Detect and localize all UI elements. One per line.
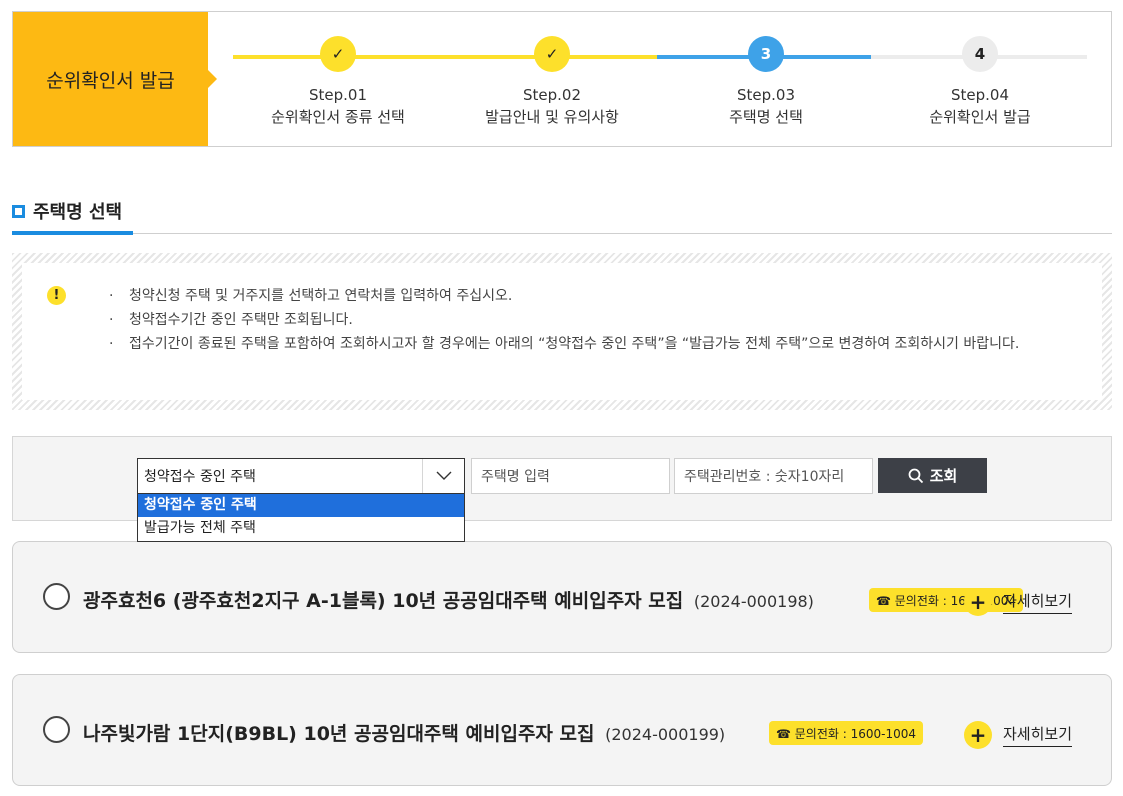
- housing-code: (2024-000198): [693, 592, 814, 611]
- step-line: [557, 55, 657, 59]
- step-3-marker: 3: [748, 36, 784, 72]
- notice-item: 청약접수기간 중인 주택만 조회됩니다.: [109, 308, 1069, 332]
- plus-icon[interactable]: +: [964, 721, 992, 749]
- housing-radio[interactable]: [43, 716, 70, 743]
- step-1-text: Step.01 순위확인서 종류 선택: [238, 84, 438, 128]
- step-1-label: 순위확인서 종류 선택: [271, 108, 405, 126]
- section-title-text: 주택명 선택: [33, 202, 123, 223]
- section-divider-accent: [12, 231, 133, 235]
- notice-list: 청약신청 주택 및 거주지를 선택하고 연락처를 입력하여 주십시오. 청약접수…: [109, 284, 1069, 356]
- step-1-check-icon: ✓: [320, 36, 356, 72]
- filter-dropdown-list: 청약접수 중인 주택 발급가능 전체 주택: [137, 493, 465, 542]
- housing-name: 나주빛가람 1단지(B9BL) 10년 공공임대주택 예비입주자 모집: [83, 723, 595, 745]
- dropdown-option-all[interactable]: 발급가능 전체 주택: [138, 517, 464, 540]
- step-indicator: 순위확인서 발급 ✓ ✓ 3 4 Step.01 순위확인서 종류 선택 Ste…: [12, 11, 1112, 147]
- housing-title: 나주빛가람 1단지(B9BL) 10년 공공임대주택 예비입주자 모집 (202…: [83, 719, 725, 746]
- notice-box: ! 청약신청 주택 및 거주지를 선택하고 연락처를 입력하여 주십시오. 청약…: [12, 253, 1112, 410]
- dropdown-option-active[interactable]: 청약접수 중인 주택: [138, 494, 464, 517]
- step-1-number: Step.01: [308, 86, 367, 104]
- step-4-text: Step.04 순위확인서 발급: [880, 84, 1080, 128]
- step-3-label: 주택명 선택: [729, 108, 803, 126]
- phone-badge: ☎ 문의전화 : 1600-1004: [869, 588, 1024, 612]
- section-divider: [12, 233, 1112, 234]
- step-4-marker: 4: [962, 36, 998, 72]
- section-title: 주택명 선택: [12, 198, 122, 224]
- phone-badge: ☎ 문의전화 : 1600-1004: [769, 721, 924, 745]
- housing-name: 광주효천6 (광주효천2지구 A-1블록) 10년 공공임대주택 예비입주자 모…: [83, 590, 684, 612]
- step-3-number: Step.03: [736, 86, 795, 104]
- housing-id-input[interactable]: 주택관리번호 : 숫자10자리: [674, 458, 873, 494]
- square-bullet-icon: [12, 204, 25, 218]
- housing-filter-select[interactable]: 청약접수 중인 주택: [137, 458, 465, 494]
- search-button[interactable]: 조회: [878, 458, 987, 493]
- step-line: [233, 55, 557, 59]
- housing-card[interactable]: 나주빛가람 1단지(B9BL) 10년 공공임대주택 예비입주자 모집 (202…: [12, 674, 1112, 786]
- step-2-label: 발급안내 및 유의사항: [485, 108, 619, 126]
- exclamation-icon: !: [47, 286, 66, 305]
- step-2-check-icon: ✓: [534, 36, 570, 72]
- plus-icon[interactable]: +: [964, 588, 992, 616]
- housing-name-input[interactable]: 주택명 입력: [471, 458, 670, 494]
- notice-content: ! 청약신청 주택 및 거주지를 선택하고 연락처를 입력하여 주십시오. 청약…: [22, 263, 1102, 400]
- steps-title: 순위확인서 발급: [13, 12, 217, 146]
- detail-link[interactable]: 자세히보기: [1003, 723, 1073, 747]
- detail-link[interactable]: 자세히보기: [1003, 590, 1073, 614]
- select-value: 청약접수 중인 주택: [144, 469, 256, 485]
- step-4-label: 순위확인서 발급: [929, 108, 1031, 126]
- notice-item: 청약신청 주택 및 거주지를 선택하고 연락처를 입력하여 주십시오.: [109, 284, 1069, 308]
- housing-radio[interactable]: [43, 583, 70, 610]
- housing-card[interactable]: 광주효천6 (광주효천2지구 A-1블록) 10년 공공임대주택 예비입주자 모…: [12, 541, 1112, 653]
- search-button-label: 조회: [929, 467, 958, 485]
- step-4-number: Step.04: [950, 86, 1009, 104]
- step-2-number: Step.02: [522, 86, 581, 104]
- notice-item: 접수기간이 종료된 주택을 포함하여 조회하시고자 할 경우에는 아래의 “청약…: [109, 332, 1069, 356]
- chevron-down-icon[interactable]: [422, 459, 464, 493]
- housing-code: (2024-000199): [605, 725, 726, 744]
- step-3-text: Step.03 주택명 선택: [666, 84, 866, 128]
- step-2-text: Step.02 발급안내 및 유의사항: [452, 84, 652, 128]
- housing-title: 광주효천6 (광주효천2지구 A-1블록) 10년 공공임대주택 예비입주자 모…: [83, 586, 814, 613]
- search-icon: [908, 468, 923, 483]
